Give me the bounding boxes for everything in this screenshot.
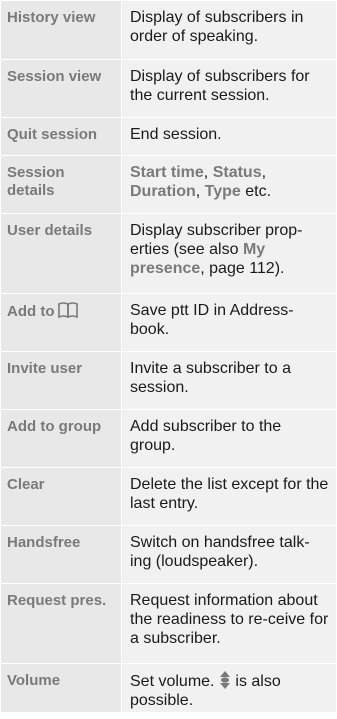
term-add-to-group: Add to group: [1, 410, 122, 467]
term-invite-user: Invite user: [1, 352, 122, 409]
table-row: Session view Display of subscribers for …: [1, 60, 336, 118]
desc-clear: Delete the list except for the last entr…: [122, 468, 336, 525]
table-row: Volume Set volume. is also possible.: [1, 664, 336, 712]
desc-user-details: Display subscriber prop-erties (see also…: [122, 214, 336, 293]
kw-duration: Duration: [130, 183, 196, 200]
term-session-view: Session view: [1, 60, 122, 117]
term-user-details: User details: [1, 214, 122, 293]
desc-session-details: Start time, Status, Duration, Type etc.: [122, 156, 336, 213]
kw-type: Type: [204, 183, 241, 200]
kw-start-time: Start time: [130, 164, 204, 181]
term-quit-session: Quit session: [1, 118, 122, 155]
table-row: Invite user Invite a subscriber to a ses…: [1, 352, 336, 410]
table-row: Quit session End session.: [1, 118, 336, 156]
desc-history-view: Display of subscribers in order of speak…: [122, 1, 336, 59]
term-clear: Clear: [1, 468, 122, 525]
addressbook-icon: [58, 302, 79, 318]
table-row: Session details Start time, Status, Dura…: [1, 156, 336, 214]
table-row: Clear Delete the list except for the las…: [1, 468, 336, 526]
desc-invite-user: Invite a subscriber to a session.: [122, 352, 336, 409]
desc-handsfree: Switch on handsfree talk-ing (loudspeake…: [122, 526, 336, 583]
desc-session-view: Display of subscribers for the current s…: [122, 60, 336, 117]
term-request-pres: Request pres.: [1, 584, 122, 663]
term-add-to-addressbook: Add to: [1, 294, 122, 351]
volume-key-icon: [219, 671, 230, 689]
table-row: Add to group Add subscriber to the group…: [1, 410, 336, 468]
table-row: History view Display of subscribers in o…: [1, 1, 336, 60]
desc-quit-session: End session.: [122, 118, 336, 155]
table-row: Request pres. Request information about …: [1, 584, 336, 664]
table-row: Add to Save ptt ID in Address-book.: [1, 294, 336, 352]
table-row: User details Display subscriber prop-ert…: [1, 214, 336, 294]
options-table: History view Display of subscribers in o…: [1, 1, 336, 718]
desc-volume: Set volume. is also possible.: [122, 664, 336, 712]
term-session-details: Session details: [1, 156, 122, 213]
desc-add-to-addressbook: Save ptt ID in Address-book.: [122, 294, 336, 351]
desc-add-to-group: Add subscriber to the group.: [122, 410, 336, 467]
term-handsfree: Handsfree: [1, 526, 122, 583]
kw-status: Status: [212, 164, 262, 181]
desc-request-pres: Request information about the readiness …: [122, 584, 336, 663]
table-row: Handsfree Switch on handsfree talk-ing (…: [1, 526, 336, 584]
term-volume: Volume: [1, 664, 122, 712]
term-history-view: History view: [1, 1, 122, 59]
